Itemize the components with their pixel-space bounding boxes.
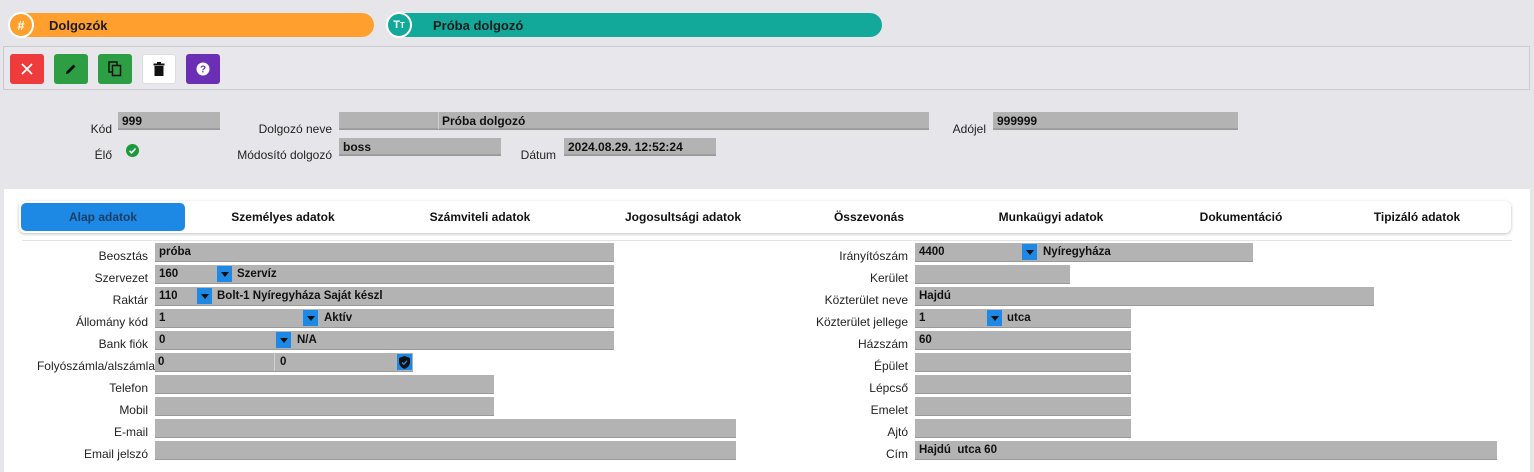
- kod-field[interactable]: 999: [118, 112, 220, 130]
- ajto-label: Ajtó: [887, 425, 908, 439]
- record-tab[interactable]: Próba dolgozó: [388, 13, 882, 37]
- record-title: Próba dolgozó: [433, 17, 524, 33]
- tab-szemelyes-adatok[interactable]: Személyes adatok: [199, 203, 367, 231]
- kerulet-label: Kerület: [869, 271, 908, 285]
- tab-bar: Alap adatok Személyes adatok Számviteli …: [19, 201, 1511, 233]
- name-field[interactable]: Próba dolgozó: [339, 112, 929, 130]
- telefon-field[interactable]: [155, 375, 494, 394]
- tax-label: Adójel: [952, 122, 986, 136]
- tax-field[interactable]: 999999: [993, 112, 1238, 130]
- email-password-label: Email jelszó: [83, 447, 148, 461]
- beosztas-label: Beosztás: [98, 249, 148, 263]
- cim-field[interactable]: Hajdú utca 60: [915, 441, 1497, 460]
- bank-dropdown[interactable]: [276, 332, 291, 348]
- hazszam-label: Házszám: [857, 337, 908, 351]
- pencil-icon: [66, 64, 76, 74]
- module-title: Dolgozók: [49, 17, 108, 33]
- szervezet-dropdown[interactable]: [217, 266, 232, 282]
- chevron-down-icon: [220, 271, 229, 277]
- kerulet-field[interactable]: [915, 265, 1070, 284]
- allomany-label: Állomány kód: [75, 315, 148, 329]
- tab-munkaugyi-adatok[interactable]: Munkaügyi adatok: [967, 203, 1135, 231]
- kozterulet-label: Közterület neve: [824, 293, 908, 307]
- name-label: Dolgozó neve: [258, 122, 332, 136]
- elo-label: Élő: [94, 148, 112, 162]
- close-icon: [21, 63, 33, 75]
- modifier-field[interactable]: boss: [339, 138, 501, 156]
- szervezet-field[interactable]: 160 Szervíz: [155, 265, 614, 284]
- trash-icon: [153, 62, 165, 76]
- copy-icon: [108, 61, 122, 77]
- kod-label: Kód: [90, 122, 112, 136]
- name-value: Próba dolgozó: [442, 114, 526, 128]
- raktar-field[interactable]: 110 Bolt-1 Nyíregyháza Saját készl: [155, 287, 614, 306]
- lepcso-field[interactable]: [915, 375, 1131, 394]
- ajto-field[interactable]: [915, 419, 1131, 438]
- email-password-field[interactable]: [155, 441, 736, 460]
- irsz-dropdown[interactable]: [1022, 244, 1037, 260]
- tab-dokumentacio[interactable]: Dokumentáció: [1157, 203, 1325, 231]
- tab-szamviteli-adatok[interactable]: Számviteli adatok: [396, 203, 564, 231]
- cim-label: Cím: [886, 447, 908, 461]
- email-field[interactable]: [155, 419, 736, 438]
- email-label: E-mail: [113, 425, 148, 439]
- telefon-label: Telefon: [109, 381, 148, 395]
- allomany-dropdown[interactable]: [303, 310, 318, 326]
- beosztas-field[interactable]: próba: [155, 243, 614, 262]
- chevron-down-icon: [200, 293, 209, 299]
- tab-jogosultsagi-adatok[interactable]: Jogosultsági adatok: [599, 203, 767, 231]
- raktar-label: Raktár: [112, 293, 148, 307]
- jelleg-label: Közterület jellege: [815, 315, 908, 329]
- raktar-dropdown[interactable]: [197, 288, 212, 304]
- mobil-label: Mobil: [119, 403, 148, 417]
- tab-osszevonas[interactable]: Összevonás: [785, 203, 953, 231]
- allomany-field[interactable]: 1 Aktív: [155, 309, 614, 328]
- bank-field[interactable]: 0 N/A: [155, 331, 614, 350]
- tab-separator: [22, 240, 1512, 241]
- copy-button[interactable]: [98, 54, 132, 84]
- kozterulet-field[interactable]: Hajdú: [915, 287, 1374, 306]
- date-field[interactable]: 2024.08.29. 12:52:24: [564, 138, 716, 156]
- modifier-label: Módosító dolgozó: [237, 148, 332, 162]
- help-button[interactable]: ?: [186, 54, 220, 84]
- bank-label: Bank fiók: [98, 337, 148, 351]
- jelleg-dropdown[interactable]: [987, 310, 1002, 326]
- chevron-down-icon: [990, 315, 999, 321]
- tab-tipizalo-adatok[interactable]: Tipizáló adatok: [1333, 203, 1501, 231]
- irsz-field[interactable]: 4400 Nyíregyháza: [915, 243, 1253, 262]
- chevron-down-icon: [1025, 249, 1034, 255]
- folyo-field[interactable]: 0 0: [155, 353, 413, 372]
- chevron-down-icon: [306, 315, 315, 321]
- szervezet-label: Szervezet: [94, 271, 148, 285]
- emelet-field[interactable]: [915, 397, 1131, 416]
- toolbar: ?: [3, 46, 1530, 90]
- close-button[interactable]: [10, 54, 44, 84]
- module-tab[interactable]: Dolgozók: [12, 13, 374, 37]
- hash-icon: #: [8, 12, 34, 38]
- edit-button[interactable]: [54, 54, 88, 84]
- shield-check-icon: [399, 355, 410, 369]
- text-type-icon: TT: [386, 12, 412, 38]
- chevron-down-icon: [279, 337, 288, 343]
- irsz-label: Irányítószám: [839, 249, 908, 263]
- folyo-label: Folyószámla/alszámla: [36, 359, 155, 373]
- check-circle-icon: [126, 144, 139, 157]
- tab-alap-adatok[interactable]: Alap adatok: [21, 203, 185, 231]
- emelet-label: Emelet: [870, 403, 908, 417]
- epulet-label: Épület: [873, 359, 908, 373]
- epulet-field[interactable]: [915, 353, 1131, 372]
- svg-text:?: ?: [200, 65, 206, 76]
- shield-button[interactable]: [397, 354, 412, 370]
- delete-button[interactable]: [142, 54, 176, 84]
- hazszam-field[interactable]: 60: [915, 331, 1131, 350]
- mobil-field[interactable]: [155, 397, 494, 416]
- question-icon: ?: [196, 62, 210, 76]
- lepcso-label: Lépcső: [869, 381, 908, 395]
- date-label: Dátum: [520, 148, 556, 162]
- jelleg-field[interactable]: 1 utca: [915, 309, 1131, 328]
